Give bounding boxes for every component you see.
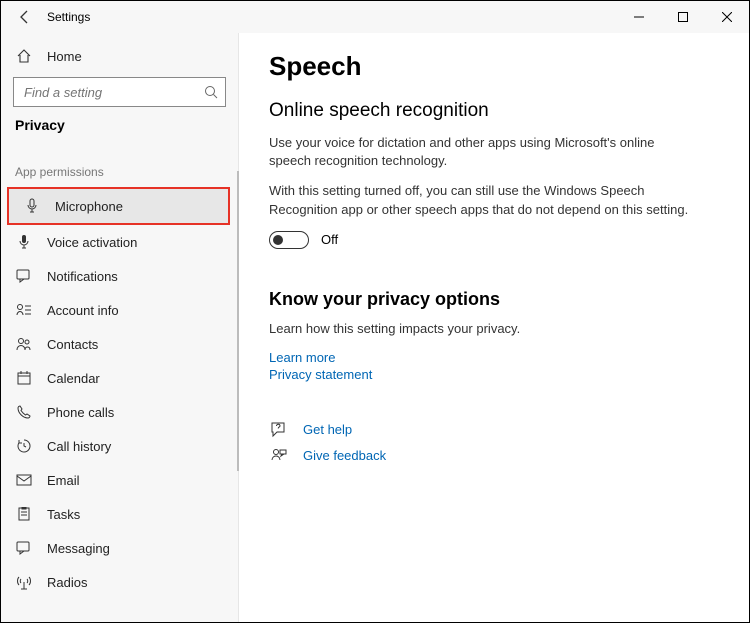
sidebar-item-label: Calendar	[47, 371, 100, 386]
feedback-icon	[269, 446, 289, 466]
main-content: Speech Online speech recognition Use you…	[239, 33, 749, 622]
sidebar-item-call-history[interactable]: Call history	[1, 429, 238, 463]
page-title: Speech	[269, 51, 719, 82]
privacy-statement-link[interactable]: Privacy statement	[269, 367, 719, 382]
sidebar-item-notifications[interactable]: Notifications	[1, 259, 238, 293]
privacy-heading: Know your privacy options	[269, 289, 719, 310]
sidebar-item-label: Voice activation	[47, 235, 137, 250]
messaging-icon	[15, 539, 33, 557]
toggle-state-label: Off	[321, 232, 338, 247]
sidebar-item-radios[interactable]: Radios	[1, 565, 238, 599]
get-help-label: Get help	[303, 422, 352, 437]
home-icon	[15, 47, 33, 65]
section-heading: Online speech recognition	[269, 100, 719, 122]
sidebar-item-label: Notifications	[47, 269, 118, 284]
calendar-icon	[15, 369, 33, 387]
search-input[interactable]	[13, 77, 226, 107]
sidebar-item-tasks[interactable]: Tasks	[1, 497, 238, 531]
description-1: Use your voice for dictation and other a…	[269, 134, 689, 170]
sidebar-item-phone-calls[interactable]: Phone calls	[1, 395, 238, 429]
email-icon	[15, 471, 33, 489]
toggle-knob	[273, 235, 283, 245]
sidebar-item-messaging[interactable]: Messaging	[1, 531, 238, 565]
sidebar-item-label: Contacts	[47, 337, 98, 352]
minimize-button[interactable]	[617, 1, 661, 33]
learn-more-link[interactable]: Learn more	[269, 350, 719, 365]
get-help-row[interactable]: Get help	[269, 420, 719, 440]
give-feedback-row[interactable]: Give feedback	[269, 446, 719, 466]
highlight-microphone: Microphone	[7, 187, 230, 225]
sidebar-item-label: Call history	[47, 439, 111, 454]
sidebar-home-label: Home	[47, 49, 82, 64]
radios-icon	[15, 573, 33, 591]
sidebar-section-title: Privacy	[1, 117, 238, 143]
sidebar-home[interactable]: Home	[1, 39, 238, 73]
close-button[interactable]	[705, 1, 749, 33]
phone-icon	[15, 403, 33, 421]
description-2: With this setting turned off, you can st…	[269, 182, 689, 218]
window-title: Settings	[47, 10, 90, 24]
sidebar-item-account-info[interactable]: Account info	[1, 293, 238, 327]
sidebar-item-calendar[interactable]: Calendar	[1, 361, 238, 395]
sidebar-item-label: Phone calls	[47, 405, 114, 420]
sidebar: Home Privacy App permissions Microphone	[1, 33, 239, 622]
sidebar-item-label: Email	[47, 473, 80, 488]
microphone-icon	[23, 197, 41, 215]
sidebar-item-label: Account info	[47, 303, 119, 318]
get-help-icon	[269, 420, 289, 440]
search-field[interactable]	[22, 84, 204, 101]
call-history-icon	[15, 437, 33, 455]
voice-activation-icon	[15, 233, 33, 251]
sidebar-group-label: App permissions	[1, 143, 238, 187]
sidebar-item-label: Radios	[47, 575, 87, 590]
sidebar-item-label: Messaging	[47, 541, 110, 556]
sidebar-item-voice-activation[interactable]: Voice activation	[1, 225, 238, 259]
sidebar-item-label: Tasks	[47, 507, 80, 522]
sidebar-item-microphone[interactable]: Microphone	[9, 189, 228, 223]
back-button[interactable]	[9, 1, 41, 33]
sidebar-item-label: Microphone	[55, 199, 123, 214]
tasks-icon	[15, 505, 33, 523]
search-icon	[204, 85, 218, 99]
privacy-sub: Learn how this setting impacts your priv…	[269, 320, 689, 338]
sidebar-nav-list: Microphone Voice activation Notification…	[1, 187, 238, 622]
account-info-icon	[15, 301, 33, 319]
maximize-button[interactable]	[661, 1, 705, 33]
titlebar: Settings	[1, 1, 749, 33]
speech-toggle[interactable]	[269, 231, 309, 249]
give-feedback-label: Give feedback	[303, 448, 386, 463]
notifications-icon	[15, 267, 33, 285]
sidebar-item-email[interactable]: Email	[1, 463, 238, 497]
sidebar-item-contacts[interactable]: Contacts	[1, 327, 238, 361]
contacts-icon	[15, 335, 33, 353]
